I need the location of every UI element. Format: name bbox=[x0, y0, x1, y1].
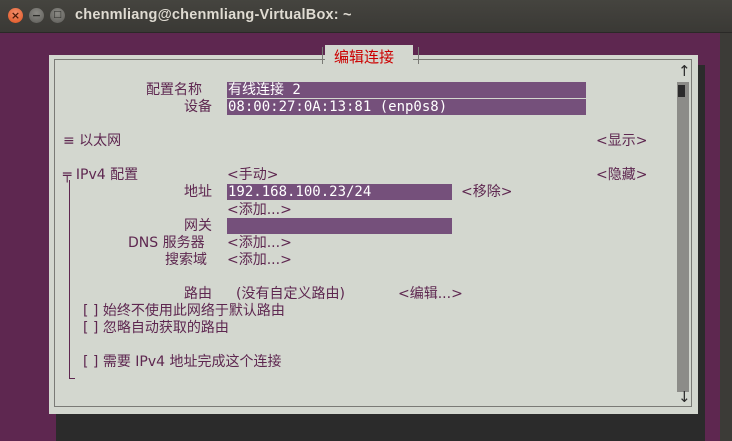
dns-add-button[interactable]: <添加...> bbox=[227, 235, 292, 251]
ipv4-section-line-end bbox=[69, 378, 75, 379]
ipv4-section-line bbox=[69, 180, 70, 378]
search-domains-add-button[interactable]: <添加...> bbox=[227, 252, 292, 268]
dns-label: DNS 服务器 bbox=[128, 235, 205, 251]
scroll-up-arrow-icon[interactable]: ↑ bbox=[678, 62, 691, 80]
ipv4-method-select[interactable]: <手动> bbox=[227, 167, 278, 183]
window-title: chenmliang@chenmliang-VirtualBox: ~ bbox=[75, 7, 352, 23]
ipv4-hide-button[interactable]: <隐藏> bbox=[596, 167, 647, 183]
address-remove-button[interactable]: <移除> bbox=[461, 184, 512, 200]
ignore-auto-routes-checkbox[interactable]: [ ] 忽略自动获取的路由 bbox=[83, 320, 229, 336]
routes-edit-button[interactable]: <编辑...> bbox=[398, 286, 463, 302]
title-divider-left bbox=[322, 47, 323, 64]
profile-name-value: 有线连接 2 bbox=[228, 82, 301, 98]
scrollbar-track[interactable] bbox=[677, 82, 689, 392]
gateway-label: 网关 bbox=[184, 218, 212, 234]
address-value: 192.168.100.23/24 bbox=[228, 184, 372, 200]
search-domains-label: 搜索域 bbox=[165, 252, 207, 268]
ipv4-section-label: ╤ IPv4 配置 bbox=[63, 167, 139, 183]
gateway-field[interactable] bbox=[227, 218, 452, 234]
never-default-route-checkbox[interactable]: [ ] 始终不使用此网络于默认路由 bbox=[83, 303, 285, 319]
ethernet-section-label: ≡ 以太网 bbox=[63, 133, 122, 149]
ethernet-show-button[interactable]: <显示> bbox=[596, 133, 647, 149]
window-titlebar: × − □ chenmliang@chenmliang-VirtualBox: … bbox=[0, 0, 732, 33]
title-divider-right bbox=[418, 47, 419, 64]
dialog-title: 编辑连接 bbox=[334, 48, 395, 66]
maximize-window-button[interactable]: □ bbox=[50, 8, 65, 23]
address-add-button[interactable]: <添加...> bbox=[227, 202, 292, 218]
require-ipv4-checkbox[interactable]: [ ] 需要 IPv4 地址完成这个连接 bbox=[83, 354, 282, 370]
address-label: 地址 bbox=[184, 184, 212, 200]
routes-value: (没有自定义路由) bbox=[236, 286, 345, 302]
terminal-edge bbox=[720, 33, 732, 441]
minimize-window-button[interactable]: − bbox=[29, 8, 44, 23]
scrollbar-thumb[interactable] bbox=[678, 85, 685, 97]
close-window-button[interactable]: × bbox=[8, 8, 23, 23]
routes-label: 路由 bbox=[184, 286, 212, 302]
device-label: 设备 bbox=[184, 99, 212, 115]
profile-name-label: 配置名称 bbox=[146, 82, 202, 98]
scroll-down-arrow-icon[interactable]: ↓ bbox=[678, 388, 691, 406]
device-value: 08:00:27:0A:13:81 (enp0s8) bbox=[228, 99, 448, 115]
